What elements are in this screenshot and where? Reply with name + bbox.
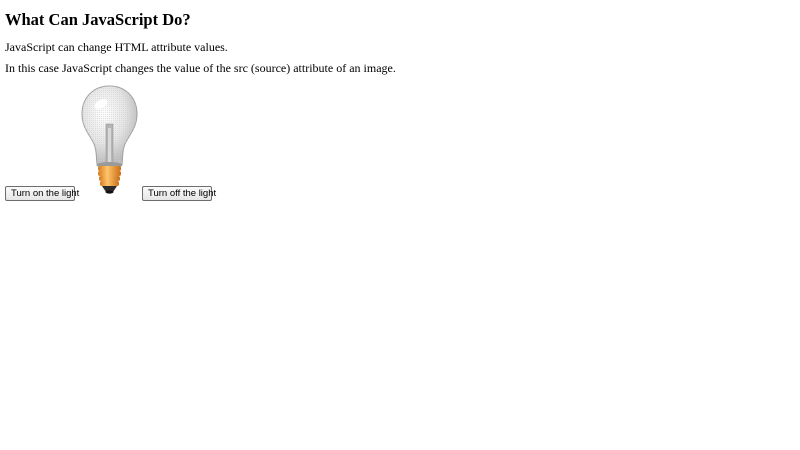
description-paragraph: JavaScript can change HTML attribute val… xyxy=(5,40,228,54)
page-title: What Can JavaScript Do? xyxy=(5,10,191,29)
lightbulb-off-icon xyxy=(81,85,138,194)
explanation-paragraph: In this case JavaScript changes the valu… xyxy=(5,61,396,75)
lightbulb-image xyxy=(77,84,142,199)
turn-on-light-button[interactable]: Turn on the light xyxy=(5,186,79,201)
turn-off-light-button[interactable]: Turn off the light xyxy=(142,186,216,201)
